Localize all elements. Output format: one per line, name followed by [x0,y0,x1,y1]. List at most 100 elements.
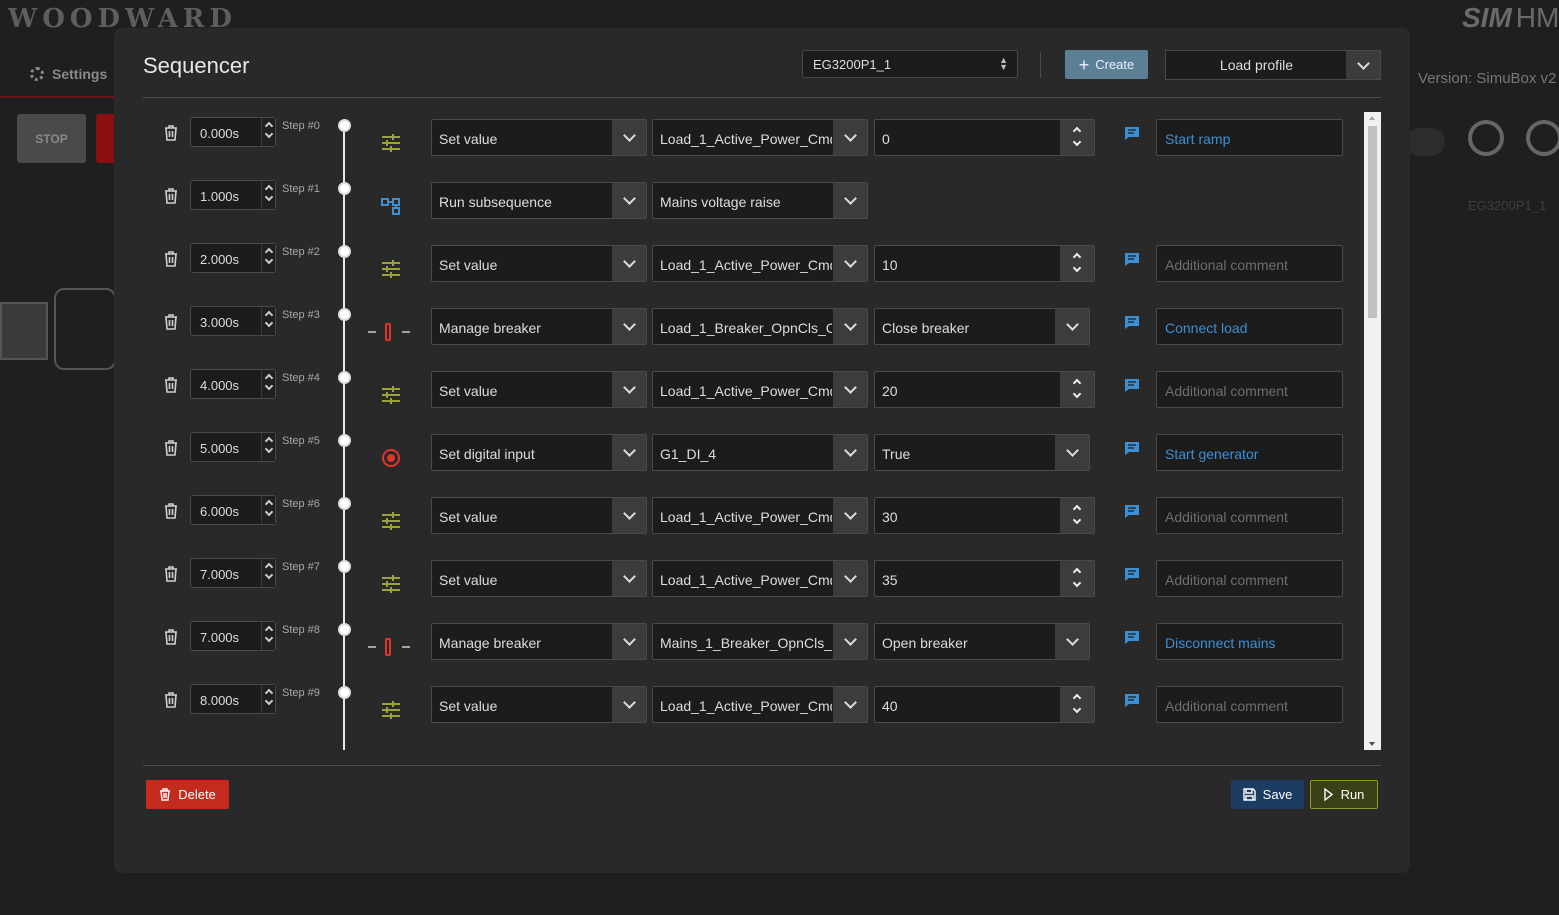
comment-field[interactable]: Additional comment [1156,686,1343,723]
value-stepper[interactable] [1060,561,1094,596]
load-profile-dropdown[interactable] [1346,51,1380,79]
comment-field[interactable]: Additional comment [1156,371,1343,408]
time-stepper[interactable] [261,244,275,272]
dropdown-toggle[interactable] [612,624,646,659]
chevron-down-icon[interactable] [1072,515,1082,525]
value-input[interactable]: 40 [874,686,1095,723]
trash-icon[interactable] [163,691,179,709]
value-select[interactable]: Open breaker [874,623,1090,660]
chevron-down-icon[interactable] [264,633,274,643]
trash-icon[interactable] [163,439,179,457]
zoom-out-icon[interactable] [1468,120,1504,156]
trash-icon[interactable] [163,502,179,520]
run-button[interactable]: Run [1310,780,1378,809]
genset-symbol[interactable] [54,288,116,370]
action-select[interactable]: Set value [431,686,647,723]
dropdown-toggle[interactable] [612,561,646,596]
scroll-down-arrow[interactable] [1369,742,1375,746]
comment-icon[interactable] [1124,252,1140,267]
value-stepper[interactable] [1060,120,1094,155]
action-select[interactable]: Manage breaker [431,308,647,345]
chevron-up-icon[interactable] [1072,252,1082,262]
action-select[interactable]: Set value [431,560,647,597]
scrollbar[interactable] [1364,112,1381,750]
target-select[interactable]: Load_1_Breaker_OpnCls_Cmd [652,308,868,345]
chevron-down-icon[interactable] [264,696,274,706]
trash-icon[interactable] [163,250,179,268]
dropdown-toggle[interactable] [612,687,646,722]
comment-icon[interactable] [1124,378,1140,393]
value-stepper[interactable] [1060,687,1094,722]
step-time-input[interactable]: 6.000s [190,495,276,525]
dropdown-toggle[interactable] [833,687,867,722]
value-input[interactable]: 0 [874,119,1095,156]
chevron-up-icon[interactable] [1072,504,1082,514]
settings-tab[interactable]: Settings [30,66,107,82]
chevron-down-icon[interactable] [264,192,274,202]
start-button[interactable] [96,114,116,163]
value-select[interactable]: Close breaker [874,308,1090,345]
target-select[interactable]: Load_1_Active_Power_Cmd [652,119,868,156]
trash-icon[interactable] [163,628,179,646]
save-button[interactable]: Save [1231,780,1304,809]
step-time-input[interactable]: 1.000s [190,180,276,210]
comment-icon[interactable] [1124,441,1140,456]
chevron-down-icon[interactable] [264,129,274,139]
trash-icon[interactable] [163,565,179,583]
step-time-input[interactable]: 8.000s [190,684,276,714]
chevron-up-icon[interactable] [1072,567,1082,577]
time-stepper[interactable] [261,181,275,209]
step-time-input[interactable]: 5.000s [190,432,276,462]
dropdown-toggle[interactable] [833,246,867,281]
time-stepper[interactable] [261,118,275,146]
dropdown-toggle[interactable] [612,372,646,407]
chevron-down-icon[interactable] [264,318,274,328]
chevron-down-icon[interactable] [264,255,274,265]
dropdown-toggle[interactable] [612,120,646,155]
target-select[interactable]: Load_1_Active_Power_Cmd [652,371,868,408]
comment-field[interactable]: Additional comment [1156,497,1343,534]
chevron-up-icon[interactable] [1072,693,1082,703]
dropdown-toggle[interactable] [833,183,867,218]
trash-icon[interactable] [163,376,179,394]
action-select[interactable]: Manage breaker [431,623,647,660]
scroll-up-arrow[interactable] [1369,116,1375,120]
chevron-down-icon[interactable] [1072,137,1082,147]
load-profile-select[interactable]: Load profile [1165,50,1381,80]
dropdown-toggle[interactable] [1055,624,1089,659]
comment-icon[interactable] [1124,315,1140,330]
time-stepper[interactable] [261,496,275,524]
time-stepper[interactable] [261,433,275,461]
comment-icon[interactable] [1124,630,1140,645]
target-select[interactable]: Load_1_Active_Power_Cmd [652,686,868,723]
trash-icon[interactable] [163,187,179,205]
comment-field[interactable]: Connect load [1156,308,1343,345]
step-time-input[interactable]: 7.000s [190,621,276,651]
action-select[interactable]: Set value [431,371,647,408]
target-select[interactable]: Load_1_Active_Power_Cmd [652,245,868,282]
stop-button[interactable]: STOP [17,114,86,163]
dropdown-toggle[interactable] [833,624,867,659]
dropdown-toggle[interactable] [1055,435,1089,470]
delete-button[interactable]: Delete [146,780,229,809]
target-select[interactable]: Load_1_Active_Power_Cmd [652,497,868,534]
chevron-down-icon[interactable] [264,507,274,517]
value-select[interactable]: True [874,434,1090,471]
time-stepper[interactable] [261,370,275,398]
comment-field[interactable]: Start generator [1156,434,1343,471]
action-select[interactable]: Run subsequence [431,182,647,219]
comment-field[interactable]: Additional comment [1156,560,1343,597]
action-select[interactable]: Set value [431,497,647,534]
trash-icon[interactable] [163,313,179,331]
dropdown-toggle[interactable] [833,309,867,344]
step-time-input[interactable]: 0.000s [190,117,276,147]
target-select[interactable]: Load_1_Active_Power_Cmd [652,560,868,597]
target-select[interactable]: Mains_1_Breaker_OpnCls_Cmd [652,623,868,660]
value-input[interactable]: 30 [874,497,1095,534]
dropdown-toggle[interactable] [612,246,646,281]
chevron-down-icon[interactable] [264,444,274,454]
step-time-input[interactable]: 3.000s [190,306,276,336]
zoom-in-icon[interactable] [1526,120,1559,156]
controller-device[interactable] [0,302,48,360]
dropdown-toggle[interactable] [833,561,867,596]
